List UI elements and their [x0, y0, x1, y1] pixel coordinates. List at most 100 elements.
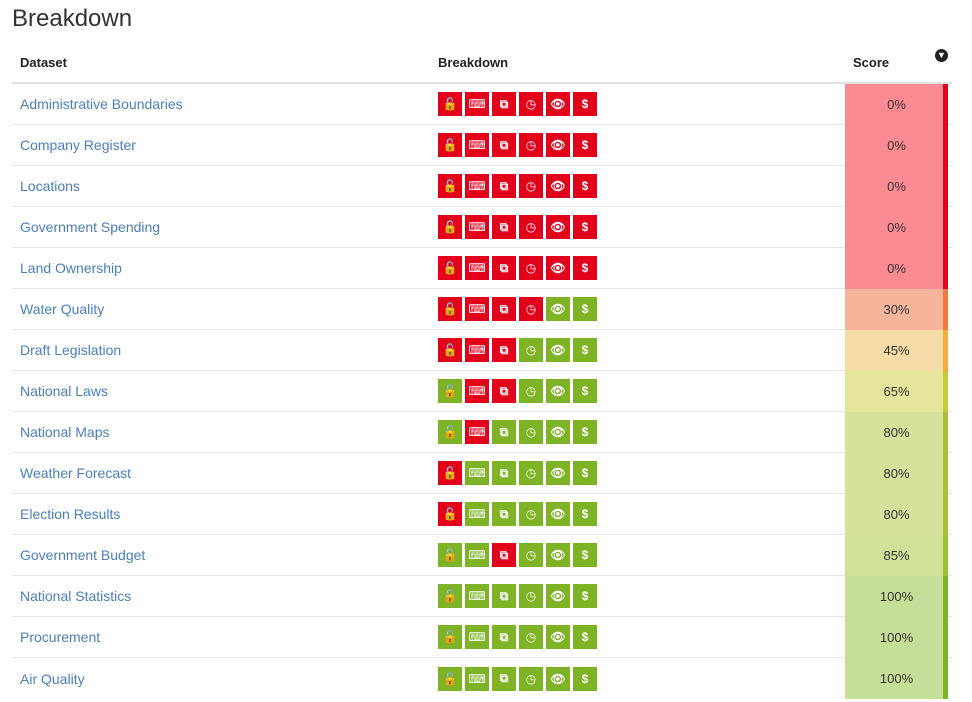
copy-icon[interactable]: ⧉ — [492, 215, 516, 239]
dataset-link[interactable]: Procurement — [12, 629, 438, 645]
unlock-icon[interactable]: 🔓 — [438, 174, 462, 198]
eye-icon[interactable]: 👁 — [546, 133, 570, 157]
unlock-icon[interactable]: 🔓 — [438, 502, 462, 526]
copy-icon[interactable]: ⧉ — [492, 133, 516, 157]
copy-icon[interactable]: ⧉ — [492, 338, 516, 362]
unlock-icon[interactable]: 🔓 — [438, 215, 462, 239]
keyboard-icon[interactable]: ⌨ — [465, 174, 489, 198]
dataset-link[interactable]: Weather Forecast — [12, 465, 438, 481]
dollar-icon[interactable]: $ — [573, 461, 597, 485]
keyboard-icon[interactable]: ⌨ — [465, 92, 489, 116]
dollar-icon[interactable]: $ — [573, 215, 597, 239]
clock-icon[interactable]: ◷ — [519, 92, 543, 116]
copy-icon[interactable]: ⧉ — [492, 92, 516, 116]
unlock-icon[interactable]: 🔓 — [438, 297, 462, 321]
dataset-link[interactable]: Election Results — [12, 506, 438, 522]
dollar-icon[interactable]: $ — [573, 420, 597, 444]
dataset-link[interactable]: Company Register — [12, 137, 438, 153]
eye-icon[interactable]: 👁 — [546, 174, 570, 198]
clock-icon[interactable]: ◷ — [519, 420, 543, 444]
dollar-icon[interactable]: $ — [573, 625, 597, 649]
eye-icon[interactable]: 👁 — [546, 297, 570, 321]
header-score[interactable]: Score ▼ — [845, 49, 948, 70]
clock-icon[interactable]: ◷ — [519, 502, 543, 526]
keyboard-icon[interactable]: ⌨ — [465, 256, 489, 280]
keyboard-icon[interactable]: ⌨ — [465, 215, 489, 239]
eye-icon[interactable]: 👁 — [546, 215, 570, 239]
keyboard-icon[interactable]: ⌨ — [465, 379, 489, 403]
copy-icon[interactable]: ⧉ — [492, 502, 516, 526]
eye-icon[interactable]: 👁 — [546, 502, 570, 526]
copy-icon[interactable]: ⧉ — [492, 461, 516, 485]
sort-down-icon[interactable]: ▼ — [935, 49, 948, 62]
dataset-link[interactable]: Government Spending — [12, 219, 438, 235]
unlock-icon[interactable]: 🔓 — [438, 133, 462, 157]
dataset-link[interactable]: Draft Legislation — [12, 342, 438, 358]
dataset-link[interactable]: Air Quality — [12, 671, 438, 687]
copy-icon[interactable]: ⧉ — [492, 666, 516, 691]
unlock-icon[interactable]: 🔓 — [438, 420, 462, 444]
unlock-icon[interactable]: 🔓 — [438, 338, 462, 362]
keyboard-icon[interactable]: ⌨ — [465, 625, 489, 649]
clock-icon[interactable]: ◷ — [519, 133, 543, 157]
clock-icon[interactable]: ◷ — [519, 215, 543, 239]
copy-icon[interactable]: ⧉ — [492, 543, 516, 567]
header-dataset[interactable]: Dataset — [12, 55, 438, 70]
copy-icon[interactable]: ⧉ — [492, 174, 516, 198]
dataset-link[interactable]: Locations — [12, 178, 438, 194]
unlock-icon[interactable]: 🔓 — [438, 256, 462, 280]
clock-icon[interactable]: ◷ — [519, 461, 543, 485]
copy-icon[interactable]: ⧉ — [492, 379, 516, 403]
keyboard-icon[interactable]: ⌨ — [465, 584, 489, 608]
clock-icon[interactable]: ◷ — [519, 256, 543, 280]
clock-icon[interactable]: ◷ — [519, 666, 543, 691]
unlock-icon[interactable]: 🔓 — [438, 625, 462, 649]
copy-icon[interactable]: ⧉ — [492, 420, 516, 444]
unlock-icon[interactable]: 🔓 — [438, 543, 462, 567]
eye-icon[interactable]: 👁 — [546, 338, 570, 362]
dataset-link[interactable]: Water Quality — [12, 301, 438, 317]
dataset-link[interactable]: Administrative Boundaries — [12, 96, 438, 112]
dollar-icon[interactable]: $ — [573, 256, 597, 280]
unlock-icon[interactable]: 🔓 — [438, 379, 462, 403]
copy-icon[interactable]: ⧉ — [492, 625, 516, 649]
dollar-icon[interactable]: $ — [573, 666, 597, 691]
keyboard-icon[interactable]: ⌨ — [465, 338, 489, 362]
dollar-icon[interactable]: $ — [573, 297, 597, 321]
eye-icon[interactable]: 👁 — [546, 543, 570, 567]
clock-icon[interactable]: ◷ — [519, 379, 543, 403]
eye-icon[interactable]: 👁 — [546, 666, 570, 691]
clock-icon[interactable]: ◷ — [519, 174, 543, 198]
dollar-icon[interactable]: $ — [573, 133, 597, 157]
clock-icon[interactable]: ◷ — [519, 338, 543, 362]
dollar-icon[interactable]: $ — [573, 543, 597, 567]
eye-icon[interactable]: 👁 — [546, 420, 570, 444]
keyboard-icon[interactable]: ⌨ — [465, 666, 489, 691]
dollar-icon[interactable]: $ — [573, 379, 597, 403]
keyboard-icon[interactable]: ⌨ — [465, 297, 489, 321]
eye-icon[interactable]: 👁 — [546, 625, 570, 649]
header-breakdown[interactable]: Breakdown — [438, 55, 845, 70]
keyboard-icon[interactable]: ⌨ — [465, 502, 489, 526]
dollar-icon[interactable]: $ — [573, 584, 597, 608]
eye-icon[interactable]: 👁 — [546, 379, 570, 403]
copy-icon[interactable]: ⧉ — [492, 584, 516, 608]
dataset-link[interactable]: Government Budget — [12, 547, 438, 563]
copy-icon[interactable]: ⧉ — [492, 297, 516, 321]
unlock-icon[interactable]: 🔓 — [438, 461, 462, 485]
clock-icon[interactable]: ◷ — [519, 297, 543, 321]
unlock-icon[interactable]: 🔓 — [438, 584, 462, 608]
eye-icon[interactable]: 👁 — [546, 92, 570, 116]
dollar-icon[interactable]: $ — [573, 502, 597, 526]
dollar-icon[interactable]: $ — [573, 338, 597, 362]
dollar-icon[interactable]: $ — [573, 92, 597, 116]
keyboard-icon[interactable]: ⌨ — [465, 133, 489, 157]
keyboard-icon[interactable]: ⌨ — [465, 461, 489, 485]
unlock-icon[interactable]: 🔓 — [438, 92, 462, 116]
eye-icon[interactable]: 👁 — [546, 584, 570, 608]
clock-icon[interactable]: ◷ — [519, 625, 543, 649]
copy-icon[interactable]: ⧉ — [492, 256, 516, 280]
dataset-link[interactable]: National Maps — [12, 424, 438, 440]
unlock-icon[interactable]: 🔓 — [438, 666, 462, 691]
eye-icon[interactable]: 👁 — [546, 256, 570, 280]
